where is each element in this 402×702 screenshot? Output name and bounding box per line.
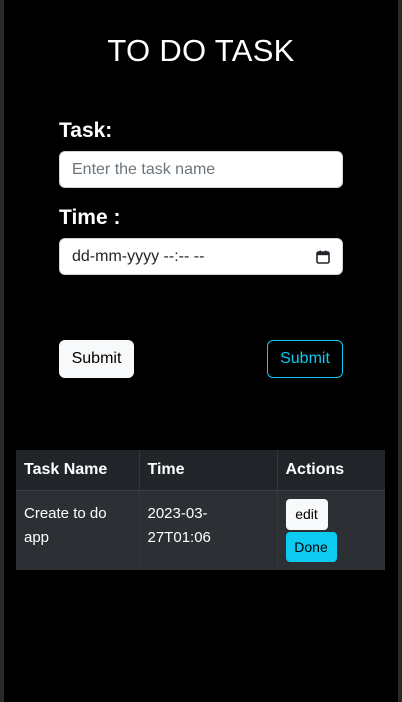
table-row: Create to do app 2023-03-27T01:06 edit D… <box>16 490 385 570</box>
app-frame: TO DO TASK Task: Time : dd-mm-yyyy --:--… <box>0 0 402 702</box>
page-title: TO DO TASK <box>107 33 295 68</box>
done-button[interactable]: Done <box>285 531 337 562</box>
task-label: Task: <box>59 119 113 142</box>
column-header-actions: Actions <box>277 450 385 491</box>
datetime-input[interactable]: dd-mm-yyyy --:-- -- <box>59 238 343 275</box>
datetime-input-value: dd-mm-yyyy --:-- -- <box>72 247 205 265</box>
submit-button-outline[interactable]: Submit <box>267 340 343 378</box>
task-name-input[interactable] <box>59 151 343 188</box>
calendar-icon[interactable] <box>316 250 330 264</box>
task-time-cell: 2023-03-27T01:06 <box>139 490 278 570</box>
submit-button-light[interactable]: Submit <box>59 340 134 378</box>
task-name-cell: Create to do app <box>16 490 140 570</box>
time-label: Time : <box>59 206 121 229</box>
edit-button[interactable]: edit <box>285 498 328 530</box>
task-actions-cell: edit Done <box>277 490 385 570</box>
task-table: Task Name Time Actions Create to do app … <box>16 450 385 570</box>
column-header-task-name: Task Name <box>16 450 140 491</box>
table-header-row: Task Name Time Actions <box>16 450 385 491</box>
column-header-time: Time <box>139 450 278 491</box>
